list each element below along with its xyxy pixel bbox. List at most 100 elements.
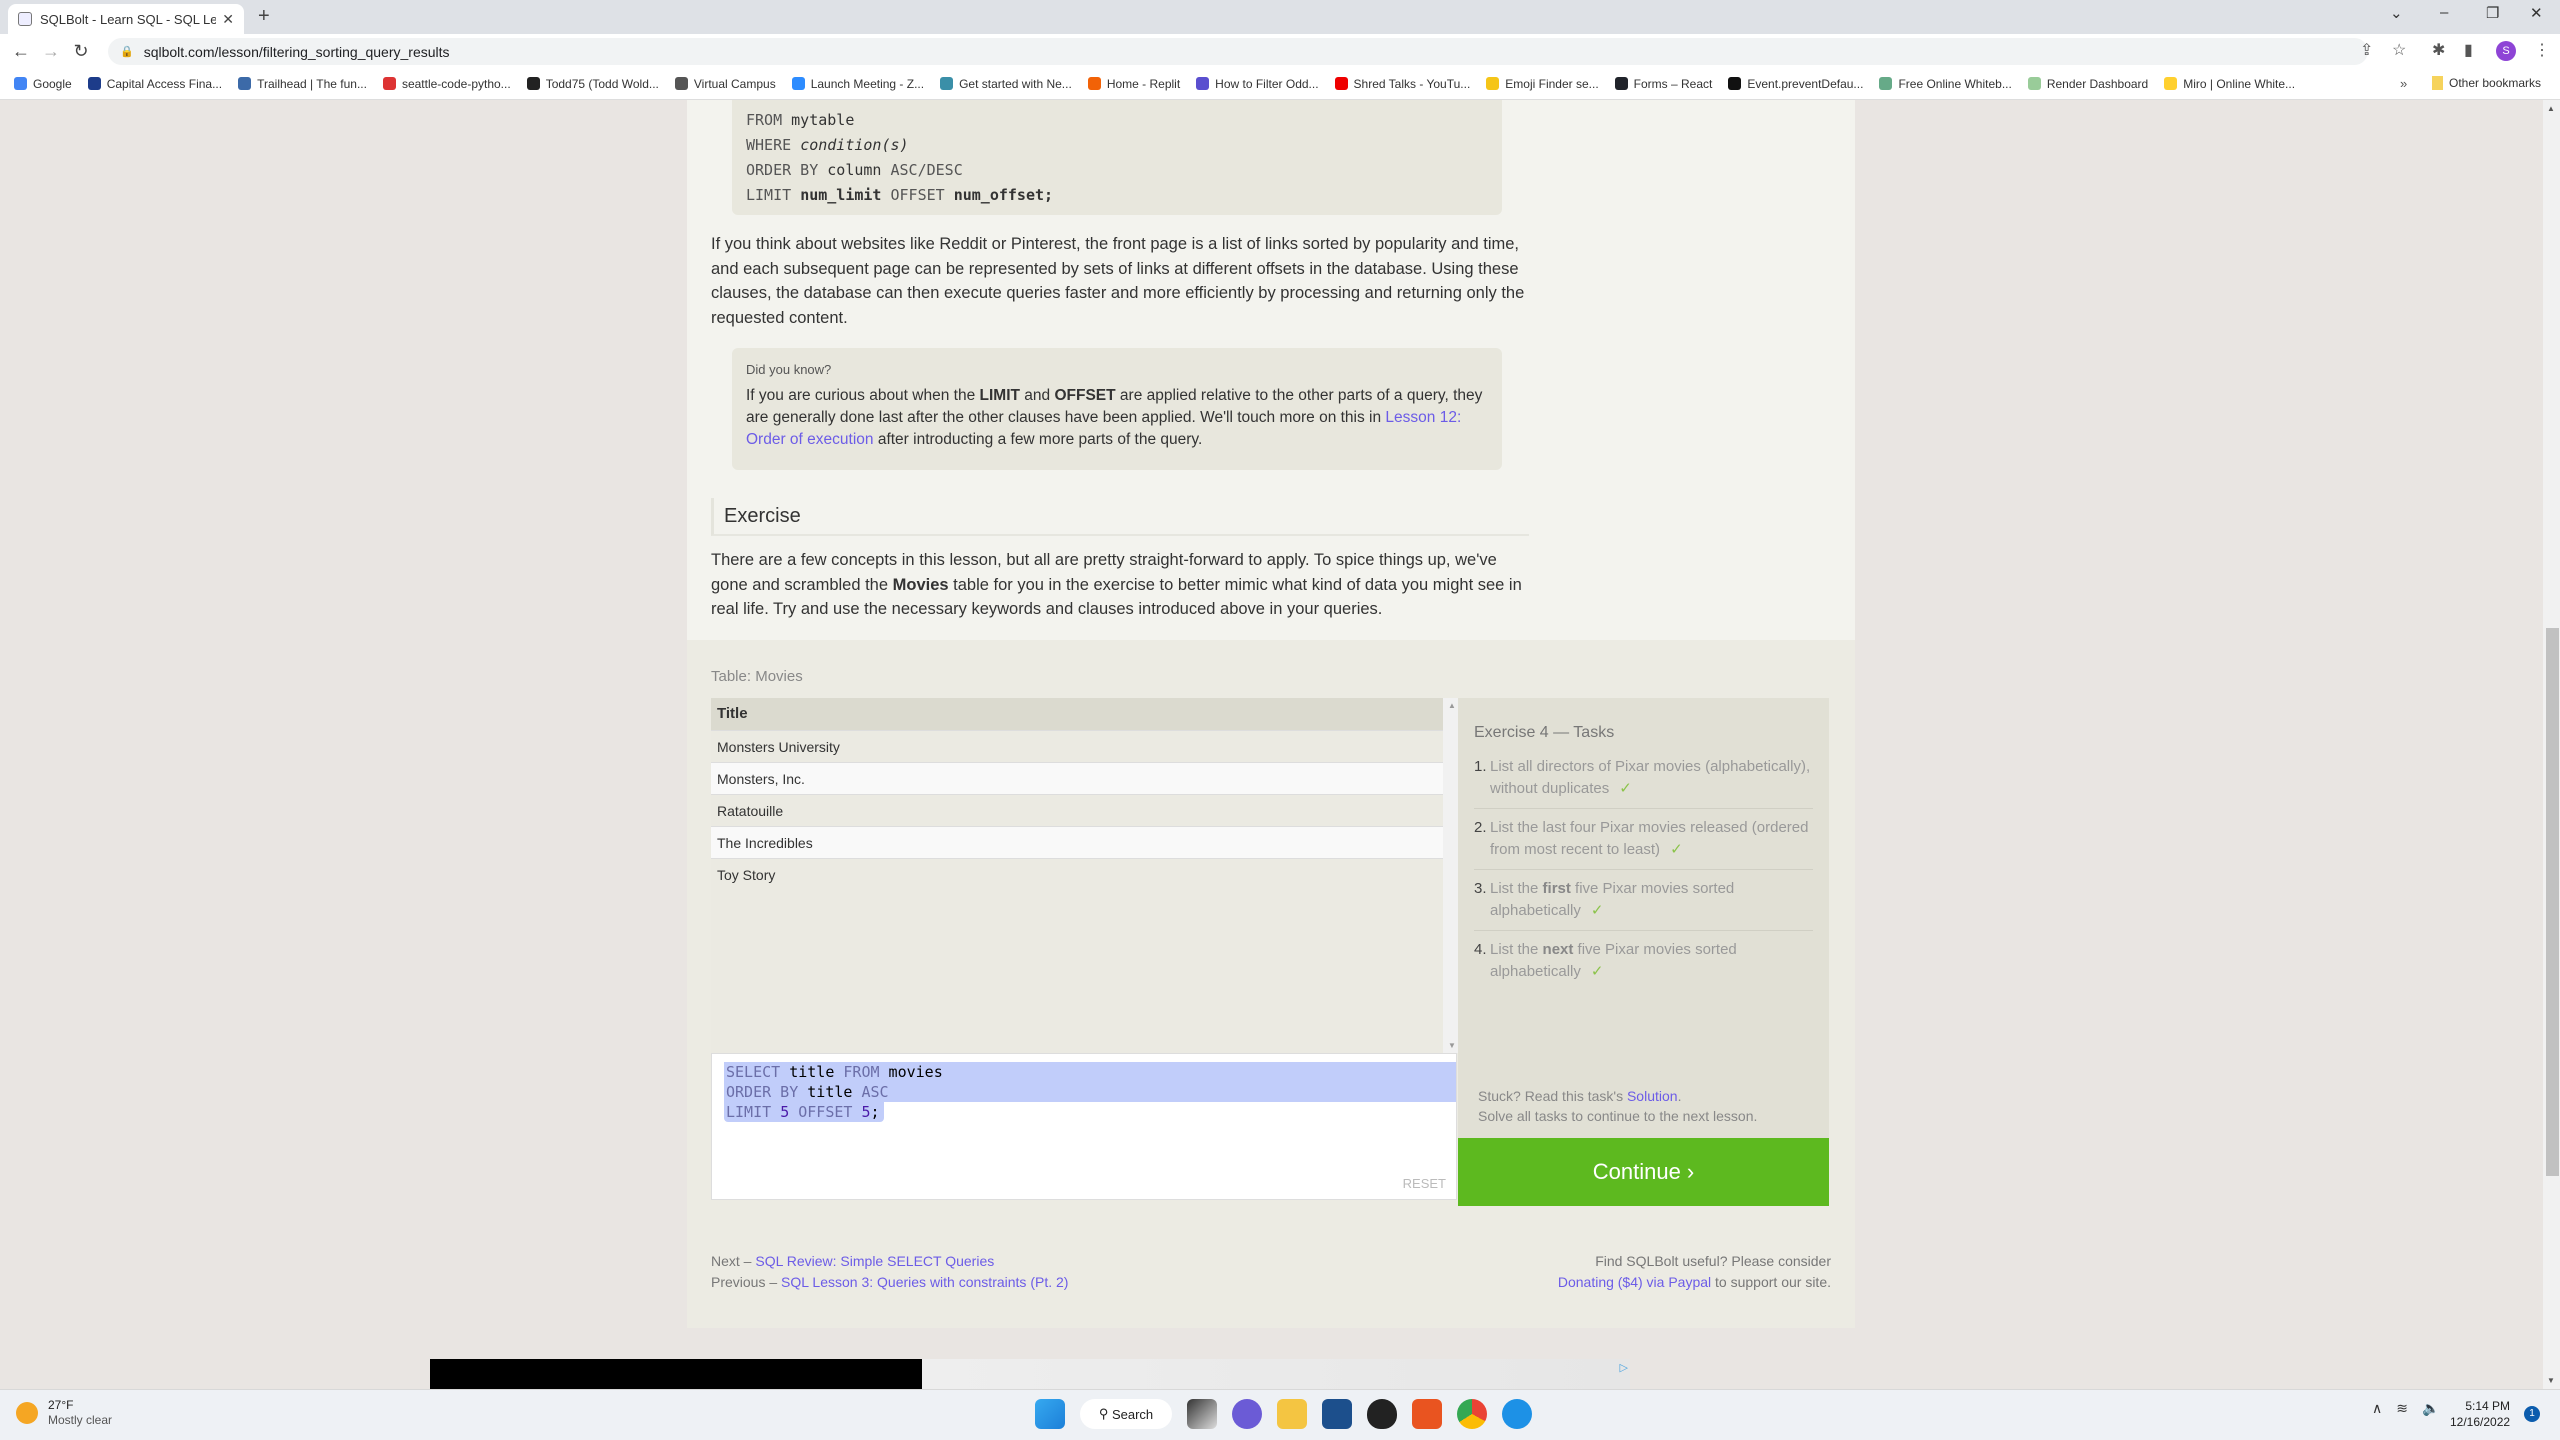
windows-start-icon[interactable] bbox=[1035, 1399, 1065, 1429]
table-row: Ratatouille bbox=[711, 794, 1443, 826]
bookmark-label: Render Dashboard bbox=[2046, 76, 2149, 91]
windows-taskbar: 27°F Mostly clear ⚲ Search ∧ ≋ 🔈 5:14 PM 1… bbox=[0, 1389, 2560, 1440]
bookmark-favicon-icon bbox=[1879, 77, 1893, 90]
scroll-up-arrow-icon[interactable]: ▲ bbox=[2547, 104, 2555, 113]
bookmark-favicon-icon bbox=[1614, 77, 1628, 90]
side-panel-icon[interactable]: ▮ bbox=[2464, 40, 2473, 60]
menu-kebab-icon[interactable]: ⋮ bbox=[2534, 40, 2550, 60]
bookmark-favicon-icon bbox=[2164, 77, 2178, 90]
extensions-puzzle-icon[interactable]: ✱ bbox=[2432, 40, 2445, 60]
bookmark-label: Emoji Finder se... bbox=[1505, 76, 1599, 91]
bookmark-favicon-icon bbox=[87, 77, 101, 90]
browser-toolbar: ← → ↻ 🔒 sqlbolt.com/lesson/filtering_sor… bbox=[0, 34, 2560, 68]
table-label: Table: Movies bbox=[711, 668, 803, 685]
bookmark-item[interactable]: Event.preventDefau... bbox=[1728, 77, 1863, 91]
docker-icon[interactable] bbox=[1502, 1399, 1532, 1429]
did-you-know-box: Did you know? If you are curious about w… bbox=[732, 348, 1502, 470]
lock-icon: 🔒 bbox=[120, 46, 134, 58]
task-view-icon[interactable] bbox=[1187, 1399, 1217, 1429]
continue-button[interactable]: Continue › bbox=[1458, 1138, 1829, 1206]
bookmark-favicon-icon bbox=[2027, 77, 2041, 90]
advertisement-banner[interactable]: ▷ bbox=[430, 1359, 1630, 1389]
bookmarks-overflow-button[interactable]: » bbox=[2400, 76, 2407, 91]
bookmark-item[interactable]: Virtual Campus bbox=[674, 76, 776, 91]
bookmark-item[interactable]: Free Online Whiteb... bbox=[1879, 77, 2012, 91]
reset-button[interactable]: RESET bbox=[1403, 1176, 1446, 1191]
bookmark-item[interactable]: Trailhead | The fun... bbox=[238, 77, 367, 91]
tip-heading: Did you know? bbox=[746, 362, 832, 377]
share-icon[interactable]: ⇪ bbox=[2360, 40, 2373, 60]
donate-link[interactable]: Donating ($4) via Paypal bbox=[1558, 1274, 1711, 1290]
alienware-icon[interactable] bbox=[1367, 1399, 1397, 1429]
bookmark-label: Shred Talks - YouTu... bbox=[1353, 76, 1471, 91]
bookmark-item[interactable]: Google bbox=[14, 77, 72, 91]
close-tab-icon[interactable]: ✕ bbox=[222, 11, 234, 28]
sqlbolt-favicon-icon bbox=[18, 12, 32, 26]
syntax-line: ORDER BY column ASC/DESC bbox=[746, 161, 963, 179]
query-line: LIMIT 5 OFFSET 5; bbox=[726, 1103, 880, 1121]
show-hidden-icons-chevron-icon[interactable]: ∧ bbox=[2372, 1400, 2382, 1417]
bookmark-favicon-icon bbox=[382, 77, 396, 90]
chrome-icon[interactable] bbox=[1457, 1399, 1487, 1429]
page-scrollbar[interactable]: ▲ ▼ bbox=[2543, 100, 2560, 1389]
bookmark-item[interactable]: Emoji Finder se... bbox=[1486, 76, 1599, 91]
taskbar-search[interactable]: ⚲ Search bbox=[1080, 1399, 1172, 1429]
bookmark-item[interactable]: Render Dashboard bbox=[2027, 76, 2149, 91]
bookmark-item[interactable]: Capital Access Fina... bbox=[87, 77, 222, 91]
bookmark-label: Virtual Campus bbox=[693, 76, 776, 91]
wifi-icon[interactable]: ≋ bbox=[2396, 1400, 2408, 1417]
bookmark-favicon-icon bbox=[1728, 77, 1742, 90]
weather-widget[interactable]: 27°F Mostly clear bbox=[16, 1398, 112, 1428]
bookmark-item[interactable]: How to Filter Odd... bbox=[1196, 77, 1319, 91]
checkmark-icon: ✓ bbox=[1590, 902, 1604, 919]
bookmark-item[interactable]: Todd75 (Todd Wold... bbox=[526, 77, 659, 91]
bookmark-favicon-icon bbox=[14, 77, 27, 90]
next-lesson-link[interactable]: SQL Review: Simple SELECT Queries bbox=[755, 1253, 994, 1269]
new-tab-button[interactable]: + bbox=[258, 5, 270, 28]
address-bar[interactable]: 🔒 sqlbolt.com/lesson/filtering_sorting_q… bbox=[108, 38, 2368, 65]
minimize-button[interactable]: – bbox=[2440, 4, 2448, 21]
syntax-line: FROM mytable bbox=[746, 111, 855, 129]
bookmark-label: Event.preventDefau... bbox=[1747, 76, 1864, 91]
query-code[interactable]: SELECT title FROM movies ORDER BY title A… bbox=[726, 1062, 943, 1122]
other-bookmarks-folder[interactable]: Other bookmarks bbox=[2432, 76, 2541, 90]
ad-choices-icon[interactable]: ▷ bbox=[1620, 1361, 1628, 1374]
profile-avatar[interactable]: S bbox=[2496, 41, 2516, 61]
previous-lesson-link[interactable]: SQL Lesson 3: Queries with constraints (… bbox=[781, 1274, 1068, 1290]
bookmark-label: Launch Meeting - Z... bbox=[810, 76, 925, 91]
restore-button[interactable]: ❐ bbox=[2486, 4, 2499, 22]
bookmark-item[interactable]: Home - Replit bbox=[1087, 77, 1180, 91]
bookmark-star-icon[interactable]: ☆ bbox=[2392, 40, 2406, 60]
scroll-up-arrow-icon[interactable]: ▲ bbox=[1448, 701, 1456, 710]
bookmark-item[interactable]: Shred Talks - YouTu... bbox=[1334, 76, 1471, 91]
tab-search-chevron-icon[interactable]: ⌄ bbox=[2390, 4, 2403, 22]
bookmark-item[interactable]: Forms – React bbox=[1614, 77, 1712, 91]
tab-title: SQLBolt - Learn SQL - SQL Lesson bbox=[40, 11, 217, 27]
close-window-button[interactable]: ✕ bbox=[2530, 4, 2543, 22]
url-text[interactable]: sqlbolt.com/lesson/filtering_sorting_que… bbox=[144, 44, 450, 60]
lesson-paragraph: If you think about websites like Reddit … bbox=[711, 235, 1525, 327]
scroll-down-arrow-icon[interactable]: ▼ bbox=[2547, 1376, 2555, 1385]
back-arrow-icon[interactable]: ← bbox=[6, 41, 36, 62]
ubuntu-icon[interactable] bbox=[1412, 1399, 1442, 1429]
scroll-down-arrow-icon[interactable]: ▼ bbox=[1448, 1041, 1456, 1050]
browser-tab-active[interactable]: SQLBolt - Learn SQL - SQL Lesson ✕ bbox=[8, 4, 244, 34]
bookmark-item[interactable]: Launch Meeting - Z... bbox=[791, 76, 925, 91]
system-clock[interactable]: 5:14 PM 12/16/2022 bbox=[2450, 1398, 2510, 1430]
notification-badge[interactable]: 1 bbox=[2524, 1406, 2540, 1422]
scrollbar-thumb[interactable] bbox=[2546, 628, 2559, 1176]
tasks-panel: Exercise 4 — Tasks 1. List all directors … bbox=[1458, 698, 1829, 1138]
volume-icon[interactable]: 🔈 bbox=[2422, 1400, 2439, 1417]
forward-arrow-icon[interactable]: → bbox=[36, 41, 66, 62]
microsoft-store-icon[interactable] bbox=[1322, 1399, 1352, 1429]
file-explorer-icon[interactable] bbox=[1277, 1399, 1307, 1429]
sql-query-editor[interactable]: SELECT title FROM movies ORDER BY title A… bbox=[711, 1053, 1457, 1200]
teams-chat-icon[interactable] bbox=[1232, 1399, 1262, 1429]
reload-icon[interactable]: ↻ bbox=[66, 41, 96, 62]
bookmark-item[interactable]: seattle-code-pytho... bbox=[382, 77, 511, 91]
bookmark-item[interactable]: Miro | Online White... bbox=[2164, 77, 2295, 91]
bookmark-item[interactable]: Get started with Ne... bbox=[940, 77, 1072, 91]
folder-icon bbox=[2432, 76, 2443, 90]
exercise-panel: Table: Movies Title Monsters University M… bbox=[687, 640, 1855, 1328]
solution-link[interactable]: Solution bbox=[1627, 1088, 1678, 1104]
